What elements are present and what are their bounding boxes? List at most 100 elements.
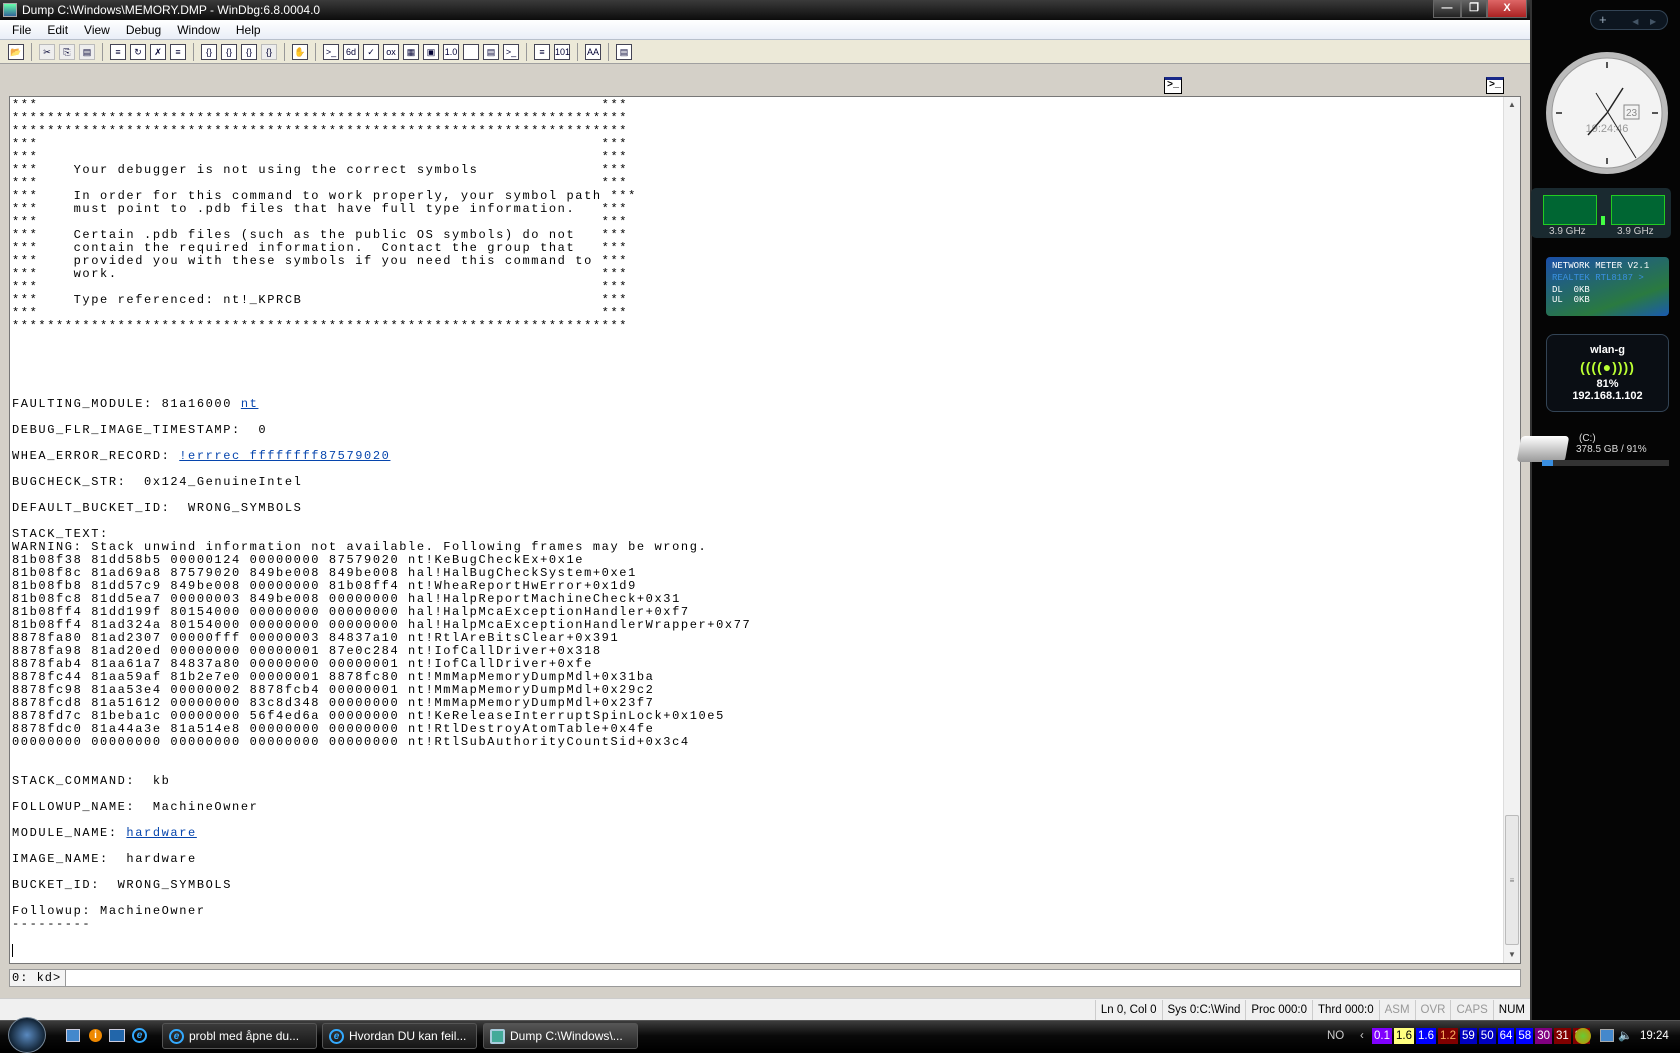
locals-icon[interactable]: ✓ [363,43,379,60]
registers-icon[interactable]: ox [383,43,399,60]
output-link[interactable]: !errrec ffffffff87579020 [179,449,390,463]
taskbar-button-label: Dump C:\Windows\... [510,1029,623,1043]
output-line-text: *** Your debugger is not using the corre… [12,163,629,177]
tray-monitor-value[interactable]: 50 [1478,1028,1496,1044]
network-adapter[interactable]: REALTEK RTL8187 > [1552,273,1663,283]
ie-quicklaunch-icon[interactable]: e [132,1028,147,1043]
taskbar-clock[interactable]: 19:24 [1638,1028,1671,1044]
output-line: BUCKET_ID: WRONG_SYMBOLS [12,879,751,892]
output-line-text: *** Type referenced: nt!_KPRCB *** [12,293,629,307]
open-icon[interactable]: 📂 [8,43,24,60]
options-icon[interactable]: ▤ [616,43,632,60]
scroll-down-arrow[interactable]: ▼ [1504,947,1520,963]
output-line-text: --------- [12,917,92,931]
command-window-icon[interactable]: >_ [1486,77,1504,94]
taskbar-button[interactable]: Dump C:\Windows\... [483,1023,638,1049]
taskbar-button[interactable]: e Hvordan DU kan feil... [322,1023,477,1049]
toolbar-separator [31,42,32,61]
network-meter-gadget: NETWORK METER V2.1 REALTEK RTL8187 > DL … [1546,257,1669,316]
output-link[interactable]: nt [241,397,259,411]
scratch-pad-icon[interactable] [463,43,479,60]
output-line-text: Followup: MachineOwner [12,904,206,918]
font-icon[interactable]: AA [585,43,601,60]
cut-icon[interactable]: ✂ [39,43,55,60]
output-line-text: *** *** [12,306,629,320]
menu-debug[interactable]: Debug [118,20,169,40]
tray-monitor-value[interactable]: 58 [1516,1028,1534,1044]
output-line-text: STACK_COMMAND: kb [12,774,171,788]
command-browser-icon[interactable]: >_ [503,43,519,60]
go-icon[interactable]: ≡ [110,43,126,60]
restart-icon[interactable]: ↻ [130,43,146,60]
step-over-icon[interactable]: {} [221,43,237,60]
add-gadget-icon[interactable]: + [1599,12,1607,27]
stop-debugging-icon[interactable]: ✗ [150,43,166,60]
watch-icon[interactable]: 6d [343,43,359,60]
copy-icon[interactable]: ⎘ [59,43,75,60]
menu-bar: File Edit View Debug Window Help [0,20,1530,40]
taskbar-button[interactable]: e probl med åpne du... [162,1023,317,1049]
next-icon[interactable]: ▶ [1650,17,1656,26]
close-button[interactable]: X [1487,0,1527,18]
toolbar-separator [102,42,103,61]
restore-button[interactable]: ❐ [1461,0,1487,18]
menu-file[interactable]: File [4,20,39,40]
vertical-scrollbar[interactable]: ▲ ≡ ▼ [1503,97,1520,963]
command-window-icon[interactable]: >_ [1164,77,1182,94]
clock-gadget[interactable]: 23 19:24:46 [1544,50,1670,176]
tray-monitor-value[interactable]: 1.6 [1416,1028,1436,1044]
command-window-icon[interactable]: >_ [323,43,339,60]
menu-view[interactable]: View [76,20,118,40]
hex-mode-icon[interactable]: 101 [554,43,570,60]
tray-monitor-value[interactable]: 64 [1497,1028,1515,1044]
scrollbar-thumb[interactable]: ≡ [1505,815,1519,945]
tray-app-icon[interactable] [1575,1028,1591,1044]
run-to-cursor-icon[interactable]: {} [261,43,277,60]
tray-monitor-value[interactable]: 1.2 [1438,1028,1458,1044]
info-icon[interactable]: i [89,1029,102,1042]
output-line-text: BUCKET_ID: WRONG_SYMBOLS [12,878,233,892]
memory-icon[interactable]: ▦ [403,43,419,60]
volume-icon[interactable]: 🔈 [1616,1028,1634,1044]
language-indicator[interactable]: NO [1325,1028,1346,1044]
disassembly-icon[interactable]: 1.0 [443,43,459,60]
show-hidden-icons[interactable]: ‹ [1358,1028,1366,1044]
paste-icon[interactable]: ▤ [79,43,95,60]
tray-monitor-value[interactable]: 59 [1460,1028,1477,1044]
menu-window[interactable]: Window [169,20,228,40]
step-into-icon[interactable]: {} [201,43,217,60]
output-line-text: *** *** [12,150,629,164]
step-out-icon[interactable]: {} [241,43,257,60]
minimize-button[interactable]: — [1433,0,1461,18]
processes-icon[interactable]: ▤ [483,43,499,60]
source-mode-icon[interactable]: ≡ [534,43,550,60]
tray-monitor-value[interactable]: 1.6 [1394,1028,1414,1044]
menu-edit[interactable]: Edit [39,20,76,40]
network-tray-icon[interactable] [1600,1029,1614,1042]
title-bar: Dump C:\Windows\MEMORY.DMP - WinDbg:6.8.… [0,0,1530,20]
output-line-text: WARNING: Stack unwind information not av… [12,540,708,554]
scroll-up-arrow[interactable]: ▲ [1504,97,1520,113]
status-ovr: OVR [1414,999,1451,1020]
detach-icon[interactable]: ≡ [170,43,186,60]
output-line: WHEA_ERROR_RECORD: !errrec ffffffff87579… [12,450,751,463]
toolbar-separator [284,42,285,61]
break-hand-icon[interactable]: ✋ [292,43,308,60]
previous-icon[interactable]: ◀ [1632,17,1638,26]
tray-monitor-value[interactable]: 31 [1553,1028,1571,1044]
tray-monitor-value[interactable]: 0.1 [1372,1028,1392,1044]
tray-monitor-value[interactable]: 30 [1535,1028,1552,1044]
wifi-signal: 81% [1596,378,1619,390]
call-stack-icon[interactable]: ▣ [423,43,439,60]
output-line-text: 81b08fb8 81dd57c9 849be008 00000000 81b0… [12,579,637,593]
show-desktop-icon[interactable] [66,1029,80,1042]
switch-windows-icon[interactable] [109,1029,125,1042]
drive-usage-fill [1542,460,1554,466]
menu-help[interactable]: Help [228,20,269,40]
output-line-text: *** *** [12,280,629,294]
output-link[interactable]: hardware [126,826,196,840]
output-line: Followup: MachineOwner [12,905,751,918]
start-button[interactable] [8,1017,46,1053]
command-input[interactable] [68,970,1518,986]
command-output[interactable]: *** *** *********************************… [9,96,1521,964]
